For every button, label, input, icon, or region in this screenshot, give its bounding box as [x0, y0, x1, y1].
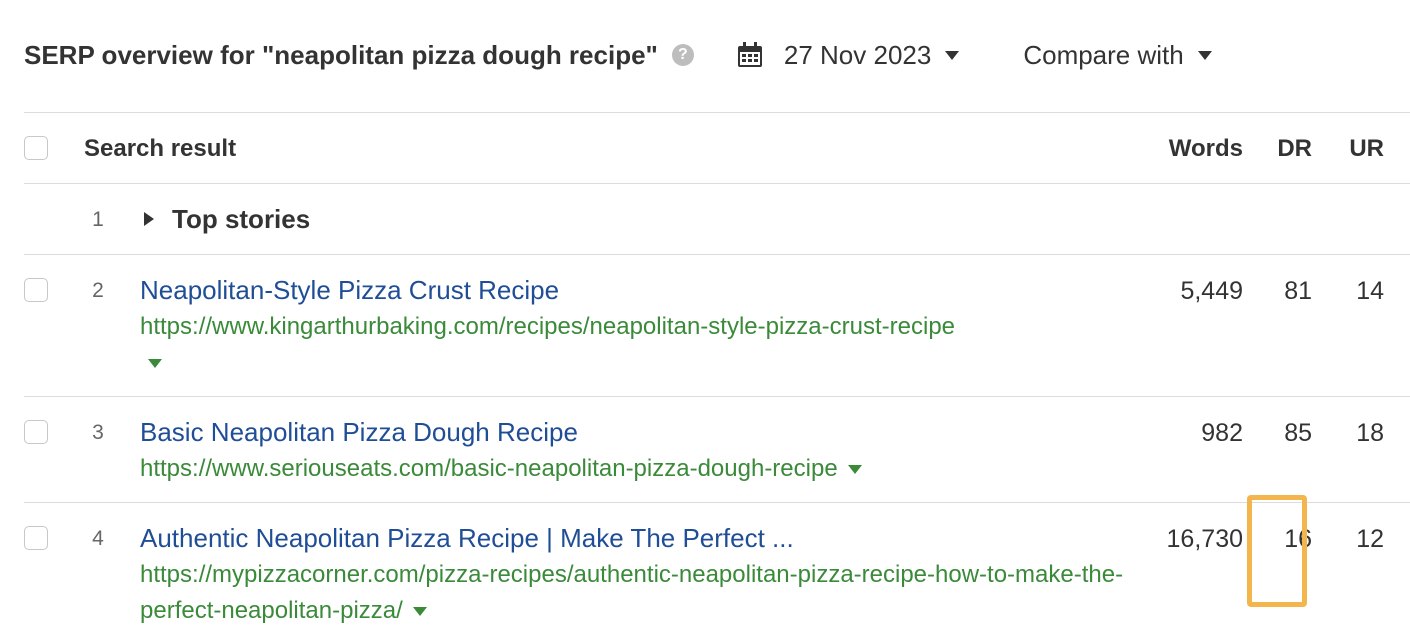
dr-highlight-box: [1247, 495, 1307, 607]
table-row: 2 Neapolitan-Style Pizza Crust Recipe ht…: [24, 254, 1410, 396]
column-header-search-result: Search result: [84, 135, 237, 162]
position-number: 2: [92, 279, 104, 302]
row-checkbox[interactable]: [24, 420, 48, 444]
result-url: https://www.seriouseats.com/basic-neapol…: [140, 451, 1130, 487]
ur-value: 14: [1356, 277, 1384, 305]
ur-value: 12: [1356, 525, 1384, 553]
calendar-icon: [737, 42, 762, 67]
result-url-link[interactable]: https://www.seriouseats.com/basic-neapol…: [140, 455, 838, 482]
compare-with-button[interactable]: Compare with: [1023, 39, 1212, 71]
position-number: 4: [92, 527, 104, 550]
chevron-down-icon[interactable]: [847, 465, 862, 475]
help-icon[interactable]: ?: [671, 44, 694, 66]
result-url-link[interactable]: https://mypizzacorner.com/pizza-recipes/…: [140, 561, 1123, 624]
date-label: 27 Nov 2023: [783, 39, 932, 70]
result-url: https://mypizzacorner.com/pizza-recipes/…: [140, 557, 1130, 629]
top-stories-label: Top stories: [172, 204, 311, 234]
top-stories-row[interactable]: 1 Top stories: [24, 183, 1410, 254]
words-value: 982: [1201, 419, 1243, 447]
select-all-checkbox[interactable]: [24, 136, 48, 160]
result-title-link[interactable]: Authentic Neapolitan Pizza Recipe | Make…: [140, 523, 794, 554]
result-title-link[interactable]: Neapolitan-Style Pizza Crust Recipe: [140, 275, 559, 306]
row-checkbox[interactable]: [24, 526, 48, 550]
words-value: 5,449: [1180, 277, 1243, 305]
chevron-down-icon[interactable]: [148, 359, 162, 369]
words-value: 16,730: [1166, 525, 1243, 553]
column-header-dr[interactable]: DR: [1277, 135, 1312, 163]
date-picker-button[interactable]: 27 Nov 2023: [736, 39, 960, 71]
column-header-words[interactable]: Words: [1169, 135, 1243, 163]
ur-value: 18: [1356, 419, 1384, 447]
position-number: 1: [92, 208, 104, 231]
table-header-row: Search result Words DR UR: [24, 112, 1410, 183]
result-title-link[interactable]: Basic Neapolitan Pizza Dough Recipe: [140, 417, 578, 448]
compare-label: Compare with: [1023, 39, 1184, 70]
row-checkbox[interactable]: [24, 278, 48, 302]
column-header-ur[interactable]: UR: [1349, 135, 1384, 163]
result-url: https://www.kingarthurbaking.com/recipes…: [140, 309, 1130, 381]
table-row: 3 Basic Neapolitan Pizza Dough Recipe ht…: [24, 396, 1410, 502]
dr-value: 85: [1284, 419, 1312, 447]
chevron-down-icon: [1197, 50, 1212, 60]
chevron-down-icon[interactable]: [412, 607, 427, 617]
page-title: SERP overview for "neapolitan pizza doug…: [24, 39, 658, 70]
chevron-down-icon: [945, 50, 960, 60]
serp-table: Search result Words DR UR 1 Top stories …: [24, 112, 1410, 643]
result-url-link[interactable]: https://www.kingarthurbaking.com/recipes…: [140, 313, 955, 340]
chevron-right-icon[interactable]: [144, 212, 154, 226]
serp-header: SERP overview for "neapolitan pizza doug…: [24, 30, 1212, 80]
table-row: 4 Authentic Neapolitan Pizza Recipe | Ma…: [24, 502, 1410, 643]
position-number: 3: [92, 421, 104, 444]
dr-value: 81: [1284, 277, 1312, 305]
